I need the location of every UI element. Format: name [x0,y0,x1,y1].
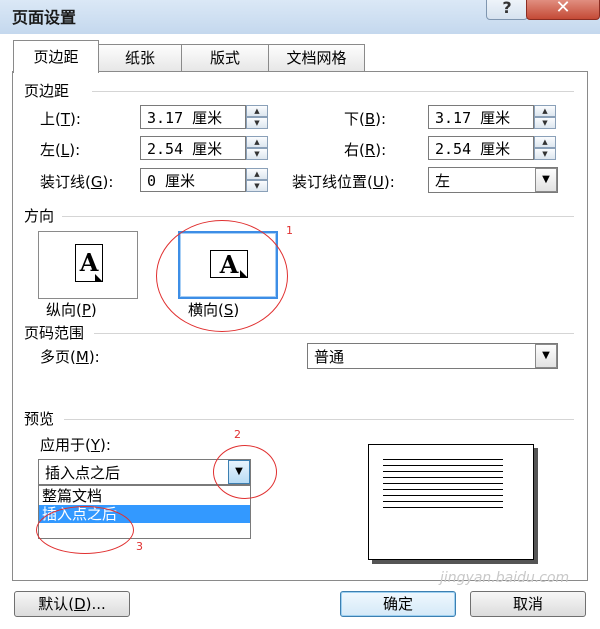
gutter-spinner[interactable]: ▲ ▼ [246,168,268,192]
top-margin-input[interactable]: 3.17 厘米 [140,105,246,129]
tab-doc-grid[interactable]: 文档网格 [268,44,365,72]
tab-paper[interactable]: 纸张 [98,44,182,72]
spin-up-icon[interactable]: ▲ [246,105,268,117]
pages-group-label: 页码范围 [24,324,85,342]
list-item-whole-document[interactable]: 整篇文档 [39,487,250,505]
spin-down-icon[interactable]: ▼ [534,117,556,129]
chevron-down-icon[interactable]: ▼ [535,168,557,192]
annotation-number-2: 2 [234,428,241,441]
chevron-down-icon[interactable]: ▼ [535,344,557,368]
annotation-circle-1 [156,220,288,332]
right-margin-spinner[interactable]: ▲ ▼ [534,136,556,160]
tab-layout[interactable]: 版式 [181,44,269,72]
separator [94,333,574,334]
left-margin-input[interactable]: 2.54 厘米 [140,136,246,160]
annotation-number-1: 1 [286,224,293,237]
top-margin-label: 上(T): [40,110,81,128]
apply-to-label: 应用于(Y): [40,436,111,454]
left-margin-label: 左(L): [40,141,81,159]
portrait-page-icon: A [75,244,103,282]
gutter-position-label: 装订线位置(U): [292,173,395,191]
tab-margins[interactable]: 页边距 [13,40,99,73]
help-button[interactable]: ? [486,0,528,20]
spin-up-icon[interactable]: ▲ [534,136,556,148]
tab-label: 纸张 [124,49,155,67]
top-margin-spinner[interactable]: ▲ ▼ [246,105,268,129]
gutter-label: 装订线(G): [40,173,114,191]
spin-down-icon[interactable]: ▼ [534,148,556,160]
preview-group-label: 预览 [24,410,55,428]
preview-line [383,501,503,502]
annotation-circle-3 [36,506,134,554]
annotation-number-3: 3 [136,540,143,553]
annotation-circle-2 [213,445,277,499]
cancel-button[interactable]: 取消 [470,591,586,617]
multiple-pages-value: 普通 [314,348,345,366]
gutter-position-value: 左 [435,172,451,190]
ok-button[interactable]: 确定 [340,591,456,617]
default-button[interactable]: 默认(D)... [14,591,130,617]
tab-label: 版式 [209,49,240,67]
preview-page [368,444,534,560]
orientation-group-label: 方向 [24,207,55,225]
right-margin-label: 右(R): [344,141,387,159]
portrait-label: 纵向(P) [46,301,97,319]
separator [92,91,574,92]
preview-line [383,465,503,466]
preview-line [383,471,503,472]
spin-down-icon[interactable]: ▼ [246,117,268,129]
window-title: 页面设置 [12,8,77,27]
spin-down-icon[interactable]: ▼ [246,148,268,160]
spin-down-icon[interactable]: ▼ [246,180,268,192]
tab-label: 页边距 [33,48,79,66]
preview-line [383,507,503,508]
bottom-margin-input[interactable]: 3.17 厘米 [428,105,534,129]
margins-group-label: 页边距 [24,82,70,100]
spin-up-icon[interactable]: ▲ [246,136,268,148]
apply-to-value: 插入点之后 [45,464,121,482]
preview-line [383,495,503,496]
preview-line [383,477,503,478]
right-margin-input[interactable]: 2.54 厘米 [428,136,534,160]
bottom-margin-spinner[interactable]: ▲ ▼ [534,105,556,129]
help-icon: ? [502,0,512,17]
multiple-pages-label: 多页(M): [40,348,100,366]
left-margin-spinner[interactable]: ▲ ▼ [246,136,268,160]
multiple-pages-select[interactable]: 普通 [307,343,558,369]
spin-up-icon[interactable]: ▲ [246,168,268,180]
close-icon: ✕ [555,0,571,18]
portrait-option[interactable]: A [38,231,138,299]
spin-up-icon[interactable]: ▲ [534,105,556,117]
tab-label: 文档网格 [286,49,347,67]
bottom-margin-label: 下(B): [344,110,387,128]
watermark: jingyan.baidu.com [440,570,570,586]
close-button[interactable]: ✕ [526,0,600,20]
gutter-input[interactable]: 0 厘米 [140,168,246,192]
preview-line [383,459,503,460]
separator [64,419,574,420]
preview-line [383,483,503,484]
separator [62,216,574,217]
preview-line [383,489,503,490]
